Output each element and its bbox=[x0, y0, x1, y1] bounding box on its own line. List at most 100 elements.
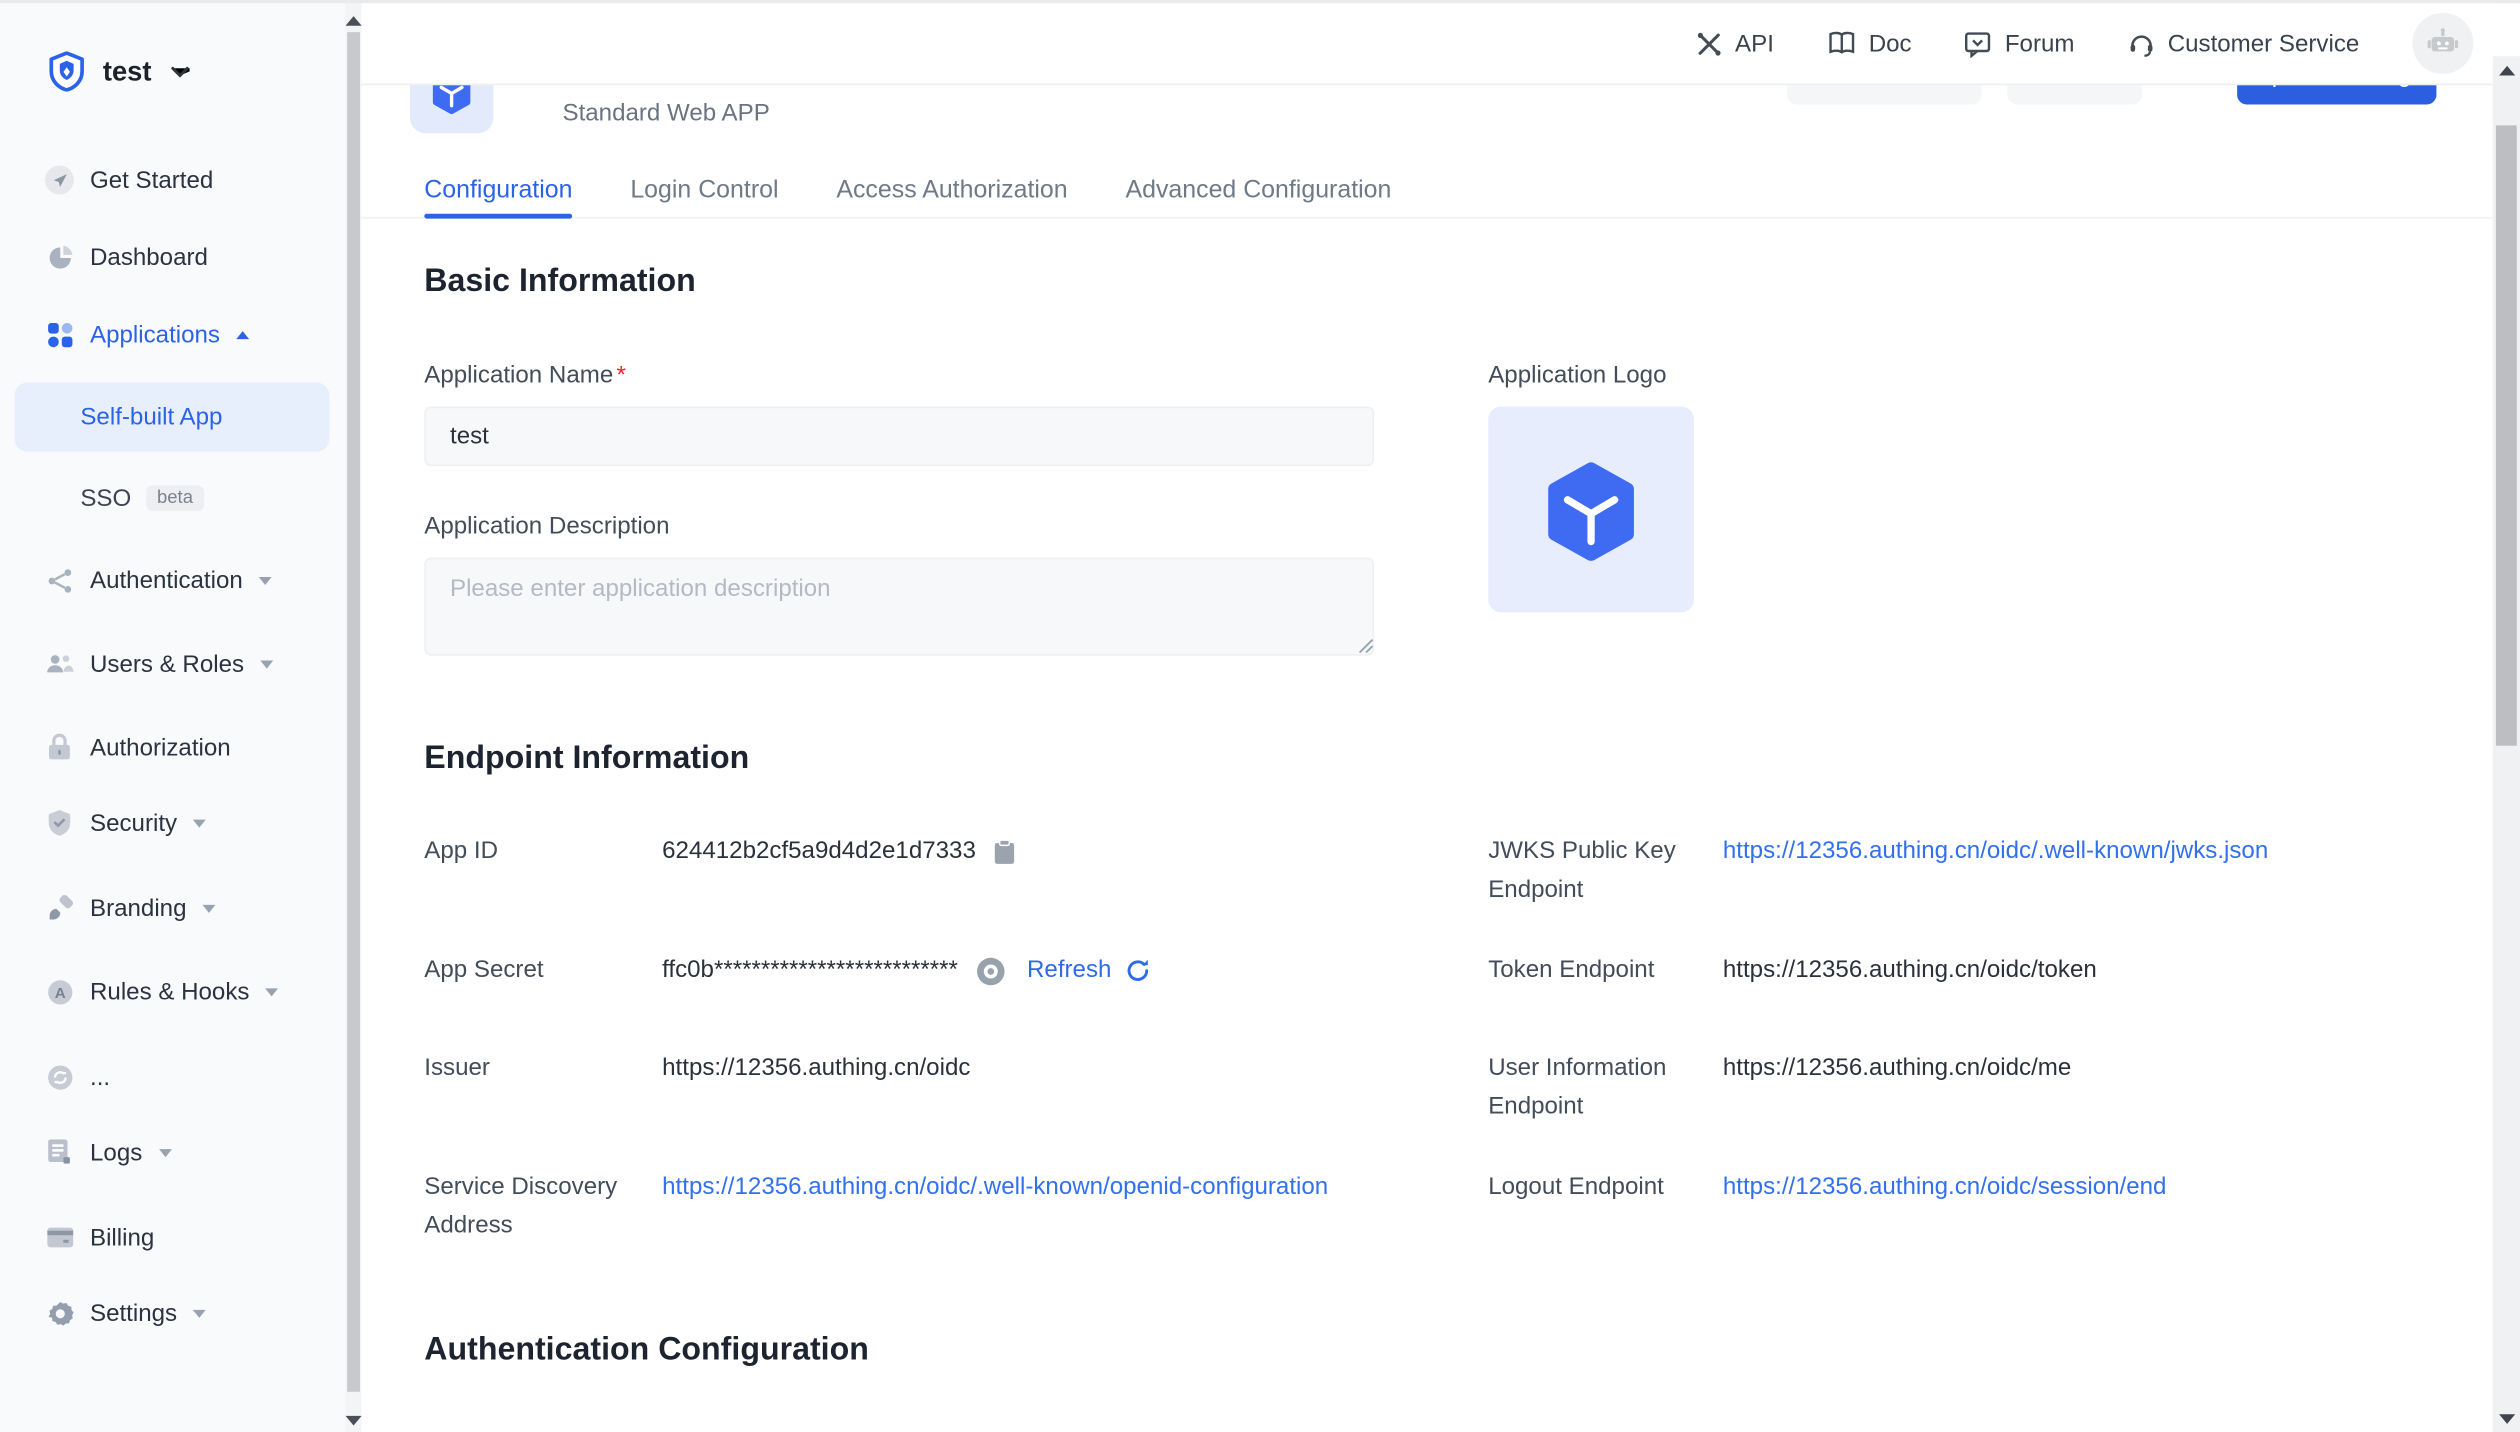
app-window: test Get Started Dashboard Applications … bbox=[0, 0, 2520, 1432]
pie-chart-icon bbox=[45, 243, 74, 272]
chevron-down-icon bbox=[171, 65, 190, 78]
service-discovery-link[interactable]: https://12356.authing.cn/oidc/.well-know… bbox=[662, 1168, 1334, 1207]
service-discovery-value: https://12356.authing.cn/oidc/.well-know… bbox=[662, 1168, 1377, 1207]
app-id-label: App ID bbox=[424, 832, 665, 871]
share-nodes-icon bbox=[45, 566, 74, 595]
scroll-up-arrow-icon[interactable] bbox=[2498, 66, 2514, 76]
tab-configuration[interactable]: Configuration bbox=[424, 163, 572, 218]
tab-advanced-configuration[interactable]: Advanced Configuration bbox=[1125, 163, 1391, 218]
jwks-endpoint-link[interactable]: https://12356.authing.cn/oidc/.well-know… bbox=[1723, 837, 2268, 864]
jwks-endpoint-label: JWKS Public Key Endpoint bbox=[1488, 832, 1729, 909]
logout-endpoint-link[interactable]: https://12356.authing.cn/oidc/session/en… bbox=[1723, 1173, 2167, 1200]
sidebar-item-billing[interactable]: Billing bbox=[0, 1213, 346, 1261]
sidebar-item-settings[interactable]: Settings bbox=[0, 1289, 346, 1337]
sidebar-item-sso[interactable]: SSO beta bbox=[0, 472, 346, 523]
token-endpoint-value: https://12356.authing.cn/oidc/token bbox=[1723, 951, 2470, 990]
gear-icon bbox=[45, 1299, 74, 1328]
credit-card-icon bbox=[45, 1223, 74, 1252]
required-asterisk: * bbox=[616, 362, 625, 389]
paint-brush-icon bbox=[45, 894, 74, 923]
logout-endpoint-value: https://12356.authing.cn/oidc/session/en… bbox=[1723, 1168, 2470, 1207]
scroll-down-arrow-icon[interactable] bbox=[346, 1416, 362, 1426]
user-info-endpoint-value: https://12356.authing.cn/oidc/me bbox=[1723, 1049, 2470, 1088]
compass-icon bbox=[45, 166, 74, 195]
application-description-label: Application Description bbox=[424, 513, 669, 540]
apps-grid-icon bbox=[45, 320, 74, 349]
sync-circle-icon bbox=[45, 1062, 74, 1091]
application-name-label: Application Name* bbox=[424, 362, 626, 389]
nav-forum[interactable]: Forum bbox=[1965, 30, 2075, 57]
copy-icon[interactable] bbox=[994, 839, 1016, 865]
application-description-textarea[interactable] bbox=[424, 558, 1374, 656]
shield-check-icon bbox=[45, 808, 74, 837]
user-info-endpoint-label: User Information Endpoint bbox=[1488, 1049, 1729, 1126]
nav-doc[interactable]: Doc bbox=[1827, 30, 1912, 57]
scroll-down-arrow-icon[interactable] bbox=[2498, 1414, 2514, 1424]
basic-information-title: Basic Information bbox=[424, 264, 695, 301]
refresh-icon[interactable] bbox=[1124, 958, 1150, 984]
book-icon bbox=[1827, 31, 1856, 57]
service-discovery-label: Service Discovery Address bbox=[424, 1168, 665, 1245]
document-lines-icon bbox=[45, 1138, 74, 1167]
issuer-value: https://12356.authing.cn/oidc bbox=[662, 1049, 1377, 1088]
main-scrollbar[interactable] bbox=[2493, 56, 2520, 1432]
top-header: API Doc Forum Customer Service bbox=[362, 3, 2493, 85]
tab-login-control[interactable]: Login Control bbox=[630, 163, 778, 218]
token-endpoint-label: Token Endpoint bbox=[1488, 951, 1729, 990]
cube-icon bbox=[429, 84, 474, 115]
sidebar-item-users-roles[interactable]: Users & Roles bbox=[0, 640, 346, 688]
nav-customer-service[interactable]: Customer Service bbox=[2128, 30, 2360, 57]
tools-icon bbox=[1695, 30, 1722, 57]
sidebar-item-authentication[interactable]: Authentication bbox=[0, 556, 346, 604]
nav-api[interactable]: API bbox=[1695, 30, 1774, 57]
application-logo-label: Application Logo bbox=[1488, 362, 1666, 389]
tutorial-button[interactable]: Tutorial bbox=[2007, 84, 2142, 105]
assistant-avatar[interactable] bbox=[2412, 13, 2473, 74]
chevron-down-icon bbox=[203, 904, 216, 912]
workspace-switcher[interactable]: test bbox=[48, 51, 190, 91]
app-id-value: 624412b2cf5a9d4d2e1d7333 bbox=[662, 832, 1377, 871]
sidebar-item-get-started[interactable]: Get Started bbox=[0, 156, 346, 204]
chevron-down-icon bbox=[193, 1309, 206, 1317]
main-content: Data Overview Tutorial Experience Login … bbox=[362, 84, 2493, 1432]
sidebar-item-authorization[interactable]: Authorization bbox=[0, 723, 346, 771]
sidebar-item-security[interactable]: Security bbox=[0, 799, 346, 847]
main-scrollbar-thumb[interactable] bbox=[2496, 125, 2517, 745]
authentication-configuration-title: Authentication Configuration bbox=[424, 1332, 869, 1369]
circle-a-icon: A bbox=[45, 977, 74, 1006]
svg-text:A: A bbox=[54, 984, 65, 1001]
chevron-down-icon bbox=[266, 988, 279, 996]
beta-badge: beta bbox=[146, 485, 204, 511]
sidebar-item-logs[interactable]: Logs bbox=[0, 1128, 346, 1176]
tab-bar: Configuration Login Control Access Autho… bbox=[362, 164, 2493, 219]
sidebar-item-self-built-app[interactable]: Self-built App bbox=[14, 382, 329, 451]
endpoint-information-title: Endpoint Information bbox=[424, 741, 749, 778]
sidebar-item-rules-hooks[interactable]: A Rules & Hooks bbox=[0, 967, 346, 1015]
eye-icon[interactable] bbox=[976, 955, 1007, 986]
app-type-label: Standard Web APP bbox=[562, 100, 769, 127]
chevron-down-icon bbox=[193, 819, 206, 827]
refresh-link[interactable]: Refresh bbox=[1027, 951, 1111, 990]
chevron-up-icon bbox=[236, 330, 249, 338]
lock-icon bbox=[45, 733, 74, 762]
app-logo-small bbox=[410, 84, 494, 134]
sidebar: test Get Started Dashboard Applications … bbox=[0, 3, 346, 1432]
scroll-up-arrow-icon[interactable] bbox=[346, 16, 362, 26]
sidebar-item-more[interactable]: ... bbox=[0, 1053, 346, 1101]
sidebar-scrollbar[interactable] bbox=[346, 3, 362, 1432]
chevron-down-icon bbox=[158, 1148, 171, 1156]
workspace-name: test bbox=[103, 55, 152, 87]
jwks-endpoint-value: https://12356.authing.cn/oidc/.well-know… bbox=[1723, 832, 2470, 871]
issuer-label: Issuer bbox=[424, 1049, 665, 1088]
tab-access-authorization[interactable]: Access Authorization bbox=[836, 163, 1067, 218]
sidebar-item-applications[interactable]: Applications bbox=[0, 310, 346, 358]
data-overview-button[interactable]: Data Overview bbox=[1787, 84, 1981, 105]
sidebar-item-dashboard[interactable]: Dashboard bbox=[0, 233, 346, 281]
experience-login-button[interactable]: Experience Login bbox=[2237, 84, 2436, 105]
application-logo-uploader[interactable] bbox=[1488, 407, 1694, 613]
sidebar-item-branding[interactable]: Branding bbox=[0, 884, 346, 932]
application-name-input[interactable] bbox=[424, 407, 1374, 466]
chevron-down-icon bbox=[259, 576, 272, 584]
app-secret-value: ffc0b************************** Refresh bbox=[662, 951, 1377, 990]
sidebar-scrollbar-thumb[interactable] bbox=[347, 32, 360, 1392]
